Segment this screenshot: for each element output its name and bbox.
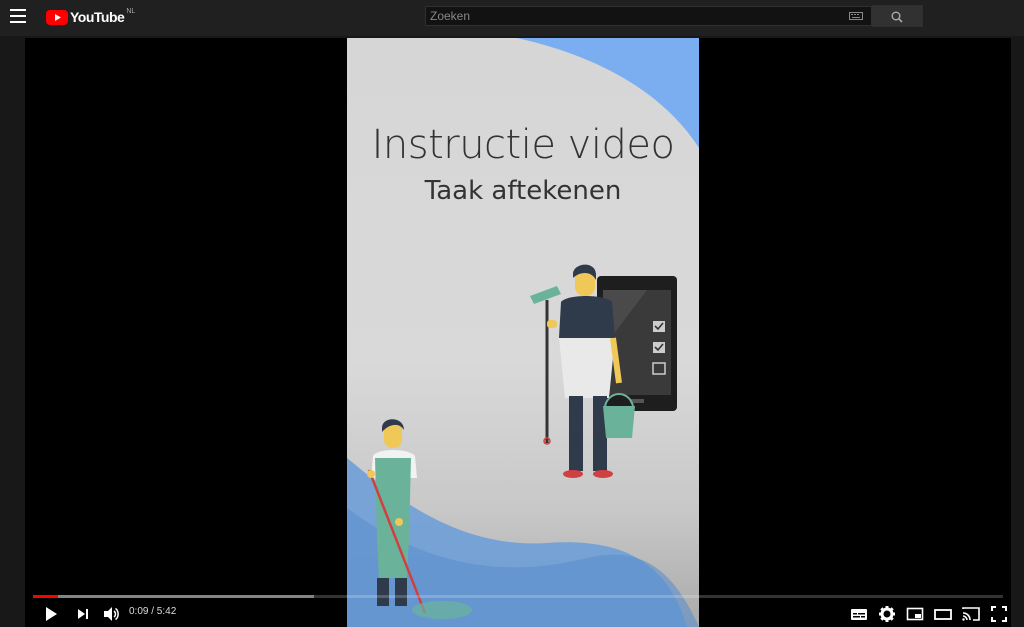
fullscreen-icon[interactable] xyxy=(989,604,1009,624)
keyboard-icon[interactable] xyxy=(849,12,863,20)
search-input[interactable] xyxy=(426,7,844,25)
youtube-logo[interactable]: YouTube NL xyxy=(46,8,135,26)
theater-icon[interactable] xyxy=(933,604,953,624)
video-frame[interactable]: Instructie video Taak aftekenen xyxy=(347,38,699,627)
player-controls: 0:09 / 5:42 xyxy=(25,600,1011,627)
play-icon[interactable] xyxy=(41,604,61,624)
next-icon[interactable] xyxy=(73,604,93,624)
time-display: 0:09 / 5:42 xyxy=(129,606,177,617)
country-code: NL xyxy=(126,7,136,15)
cast-icon[interactable] xyxy=(961,604,981,624)
miniplayer-icon[interactable] xyxy=(905,604,925,624)
video-subtitle: Taak aftekenen xyxy=(424,176,622,206)
video-player[interactable]: Instructie video Taak aftekenen 0:09 / 5… xyxy=(25,38,1011,627)
progress-bar[interactable] xyxy=(33,595,1003,598)
progress-played xyxy=(33,595,59,598)
search-button[interactable] xyxy=(872,5,923,27)
masthead: YouTube NL xyxy=(0,0,1024,36)
menu-icon[interactable] xyxy=(10,9,26,23)
subtitles-icon[interactable] xyxy=(849,604,869,624)
video-title: Instructie video xyxy=(371,122,675,168)
youtube-play-logo-icon xyxy=(46,9,68,25)
logo-text: YouTube xyxy=(70,9,125,25)
progress-loaded xyxy=(33,595,315,598)
settings-icon[interactable] xyxy=(877,604,897,624)
search-icon xyxy=(891,11,903,23)
search-box xyxy=(425,6,872,26)
volume-icon[interactable] xyxy=(101,604,121,624)
